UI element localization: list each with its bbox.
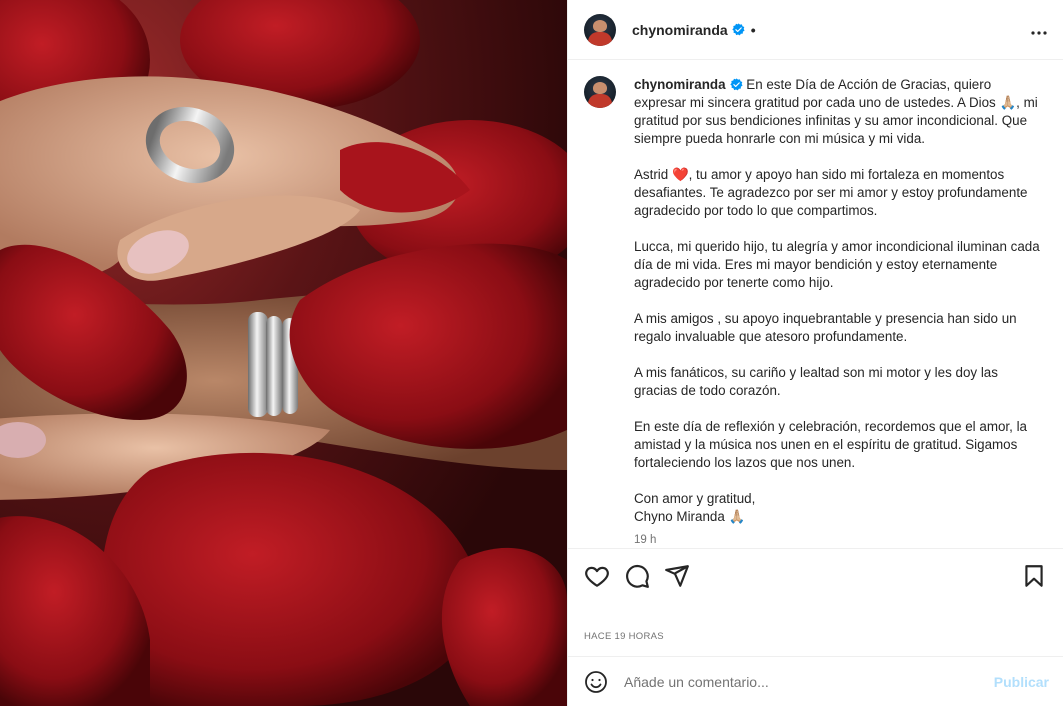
bookmark-icon[interactable] bbox=[1021, 563, 1047, 589]
header-username[interactable]: chynomiranda bbox=[632, 22, 728, 38]
avatar[interactable] bbox=[584, 76, 616, 108]
post-panel: chynomiranda • chynomiranda En este Día … bbox=[567, 0, 1063, 706]
header-dot: • bbox=[750, 21, 756, 38]
comment-bar: Publicar bbox=[568, 656, 1063, 706]
post-time[interactable]: 19 h bbox=[634, 534, 1047, 546]
action-bar bbox=[584, 560, 1047, 592]
verified-badge-icon bbox=[732, 23, 745, 36]
comment-icon[interactable] bbox=[624, 563, 650, 589]
caption-area: chynomiranda En este Día de Acción de Gr… bbox=[568, 60, 1063, 549]
post-date[interactable]: HACE 19 HORAS bbox=[584, 631, 664, 642]
share-icon[interactable] bbox=[664, 563, 690, 589]
publish-button[interactable]: Publicar bbox=[994, 674, 1049, 690]
comment-input[interactable] bbox=[624, 673, 994, 690]
caption-username[interactable]: chynomiranda bbox=[634, 77, 726, 92]
post-image[interactable] bbox=[0, 0, 567, 706]
caption-body: En este Día de Acción de Gracias, quiero… bbox=[634, 77, 1040, 524]
post-header: chynomiranda • bbox=[568, 0, 1063, 60]
verified-badge-icon bbox=[729, 78, 743, 91]
more-options-icon[interactable] bbox=[1031, 24, 1047, 35]
emoji-icon[interactable] bbox=[584, 670, 608, 694]
heart-icon[interactable] bbox=[584, 563, 610, 589]
avatar[interactable] bbox=[584, 13, 616, 46]
caption-text: chynomiranda En este Día de Acción de Gr… bbox=[634, 76, 1044, 526]
hands-rings-photo bbox=[0, 0, 567, 706]
